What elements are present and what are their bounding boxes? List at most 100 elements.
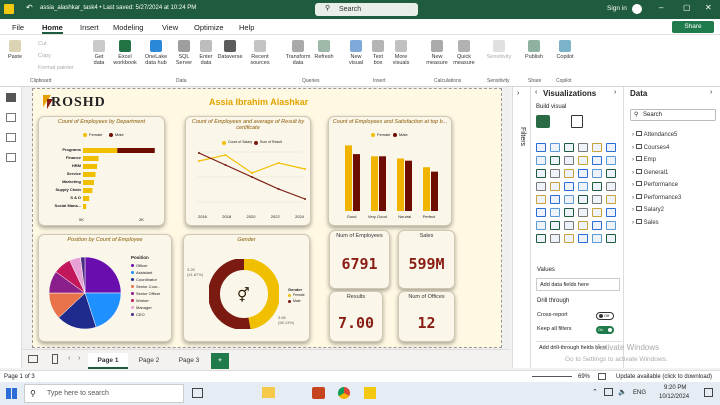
more-visuals-button[interactable]: More visuals [390, 40, 412, 66]
data-search-input[interactable]: ⚲ Search [630, 109, 716, 121]
account-icon[interactable] [632, 4, 642, 14]
data-table-item[interactable]: › Performance3 [632, 193, 681, 201]
gender-chart-card[interactable]: Gender 3.2K (41.87%) 3.6K (58.13%) Gende… [183, 234, 310, 342]
model-view-icon[interactable] [6, 133, 16, 142]
filters-pane[interactable]: › Filters [512, 87, 530, 368]
share-button[interactable]: Share [672, 21, 714, 33]
viz-collapse-icon[interactable]: ‹ [535, 89, 537, 96]
recent-sources-button[interactable]: Recent sources [247, 40, 273, 66]
prev-page-icon[interactable]: ‹ [68, 355, 70, 362]
data-table-item[interactable]: › Performance [632, 181, 678, 188]
visual-type-icon[interactable] [606, 169, 616, 178]
result-chart-card[interactable]: Count of Employees and average of Result… [185, 116, 311, 226]
transform-data-button[interactable]: Transform data [285, 40, 311, 66]
tab-page-2[interactable]: Page 2 [130, 353, 168, 369]
menu-file[interactable]: File [12, 23, 24, 32]
visual-type-icon[interactable] [606, 182, 616, 191]
visual-type-icon[interactable] [550, 208, 560, 217]
visual-type-icon[interactable] [606, 156, 616, 165]
data-table-item[interactable]: › General1 [632, 168, 668, 176]
table-view-icon[interactable] [6, 113, 16, 122]
quick-measure-button[interactable]: Quick measure [452, 40, 476, 66]
visual-type-icon[interactable] [578, 182, 588, 191]
powerbi-icon[interactable] [364, 387, 376, 399]
data-expand-icon[interactable]: › [710, 89, 712, 96]
visual-type-icon[interactable] [536, 221, 546, 230]
visual-type-icon[interactable] [564, 143, 574, 152]
visual-type-icon[interactable] [536, 234, 546, 243]
dataverse-button[interactable]: Dataverse [216, 40, 244, 60]
data-table-item[interactable]: › Courses4 [632, 143, 669, 151]
visual-type-icon[interactable] [592, 195, 602, 204]
visual-type-icon[interactable] [606, 234, 616, 243]
viz-expand-icon[interactable]: › [614, 89, 616, 96]
close-icon[interactable]: ✕ [705, 3, 712, 12]
file-explorer-icon[interactable] [262, 387, 275, 398]
format-visual-icon[interactable] [571, 115, 583, 128]
task-view-icon[interactable] [192, 388, 203, 398]
visual-type-icon[interactable] [592, 169, 602, 178]
powerpoint-icon[interactable] [312, 387, 325, 399]
visual-type-icon[interactable] [550, 143, 560, 152]
position-chart-card[interactable]: Position by Count of Employee Position O… [38, 234, 172, 342]
minimize-icon[interactable]: – [659, 3, 663, 12]
kpi-offices-card[interactable]: Num of Offices 12 [398, 291, 455, 342]
visual-type-icon[interactable] [592, 234, 602, 243]
visual-type-icon[interactable] [564, 234, 574, 243]
search-box[interactable]: ⚲ Search [315, 3, 418, 16]
tab-page-1[interactable]: Page 1 [88, 353, 128, 369]
refresh-button[interactable]: Refresh [313, 40, 335, 60]
visual-type-icon[interactable] [592, 182, 602, 191]
visual-type-icon[interactable] [550, 234, 560, 243]
data-table-item[interactable]: › Attendance5 [632, 131, 677, 138]
format-painter-button[interactable]: Format painter [38, 65, 74, 71]
visual-type-icon[interactable] [606, 221, 616, 230]
menu-insert[interactable]: Insert [80, 23, 99, 32]
visual-type-icon[interactable] [578, 221, 588, 230]
enter-data-button[interactable]: Enter data [197, 40, 215, 66]
sql-server-button[interactable]: SQL Server [173, 40, 195, 66]
visual-type-icon[interactable] [592, 156, 602, 165]
taskbar-search[interactable]: ⚲ Type here to search [24, 384, 184, 403]
satisfaction-chart-card[interactable]: Count of Employees and Satisfaction at t… [328, 116, 452, 226]
menu-home[interactable]: Home [42, 23, 63, 34]
visual-type-icon[interactable] [550, 221, 560, 230]
visual-type-icon[interactable] [536, 195, 546, 204]
visual-type-icon[interactable] [564, 182, 574, 191]
next-page-icon[interactable]: › [78, 355, 80, 362]
zoom-slider[interactable] [532, 376, 572, 377]
tab-page-3[interactable]: Page 3 [170, 353, 208, 369]
cross-report-toggle[interactable]: Off [596, 312, 614, 320]
sensitivity-button[interactable]: Sensitivity [484, 40, 514, 60]
visual-type-icon[interactable] [550, 156, 560, 165]
visual-type-icon[interactable] [536, 169, 546, 178]
visual-type-icon[interactable] [578, 143, 588, 152]
notification-icon[interactable] [704, 388, 713, 397]
add-page-button[interactable]: + [211, 353, 229, 369]
document-title[interactable]: assia_alashkar_task4 • Last saved: 5/27/… [40, 5, 196, 11]
report-view-icon[interactable] [6, 93, 16, 102]
visual-type-icon[interactable] [578, 156, 588, 165]
visual-type-icon[interactable] [564, 169, 574, 178]
get-data-button[interactable]: Get data [90, 40, 108, 66]
visual-type-icon[interactable] [564, 208, 574, 217]
paste-button[interactable]: Paste [6, 40, 24, 60]
kpi-employees-card[interactable]: Num of Employees 6791 [329, 230, 390, 289]
visual-type-icon[interactable] [592, 208, 602, 217]
data-table-item[interactable]: › Sales [632, 218, 659, 226]
dax-view-icon[interactable] [6, 153, 16, 162]
data-table-item[interactable]: › Emp [632, 156, 656, 163]
filters-collapse-icon[interactable]: › [517, 90, 519, 97]
visual-type-icon[interactable] [606, 143, 616, 152]
kpi-results-card[interactable]: Results 7.00 [329, 291, 383, 342]
build-visual-icon[interactable] [536, 115, 550, 128]
sign-in-link[interactable]: Sign in [607, 5, 627, 12]
chrome-icon[interactable] [338, 387, 350, 399]
visual-type-icon[interactable] [592, 221, 602, 230]
copy-button[interactable]: Copy [38, 53, 51, 59]
visual-type-icon[interactable] [578, 195, 588, 204]
visual-type-icon[interactable] [536, 182, 546, 191]
visual-type-icon[interactable] [606, 195, 616, 204]
tray-up-icon[interactable]: ⌃ [592, 388, 598, 396]
keep-filters-toggle[interactable]: On [596, 326, 614, 334]
